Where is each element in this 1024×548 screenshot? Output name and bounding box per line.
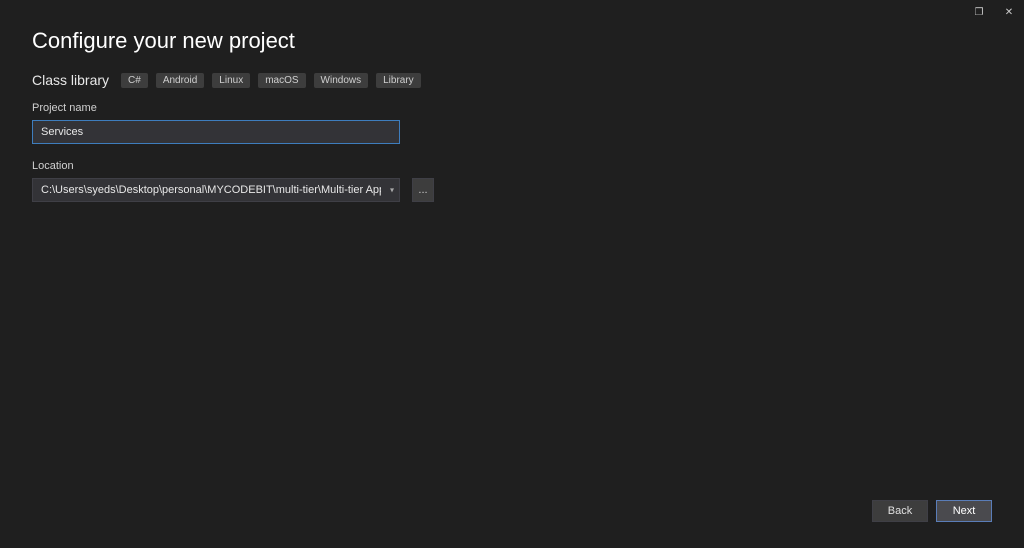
project-name-label: Project name (32, 102, 992, 114)
project-name-input[interactable] (32, 120, 400, 144)
browse-button[interactable]: ... (412, 178, 434, 202)
main-content: Configure your new project Class library… (0, 0, 1024, 202)
maximize-icon[interactable]: ❐ (964, 2, 994, 22)
location-input[interactable] (32, 178, 400, 202)
next-button[interactable]: Next (936, 500, 992, 522)
template-tag: macOS (258, 73, 305, 88)
template-info-row: Class library C# Android Linux macOS Win… (32, 72, 992, 88)
template-tag: Android (156, 73, 204, 88)
template-tag: C# (121, 73, 148, 88)
close-icon[interactable]: ✕ (994, 2, 1024, 22)
template-tag: Library (376, 73, 421, 88)
footer-buttons: Back Next (872, 500, 992, 522)
titlebar: ❐ ✕ (964, 0, 1024, 24)
template-tag: Linux (212, 73, 250, 88)
back-button[interactable]: Back (872, 500, 928, 522)
location-combo-wrap: ▾ (32, 178, 400, 202)
template-name: Class library (32, 72, 109, 88)
location-label: Location (32, 160, 992, 172)
template-tag: Windows (314, 73, 369, 88)
page-title: Configure your new project (32, 28, 992, 54)
location-row: ▾ ... (32, 178, 992, 202)
